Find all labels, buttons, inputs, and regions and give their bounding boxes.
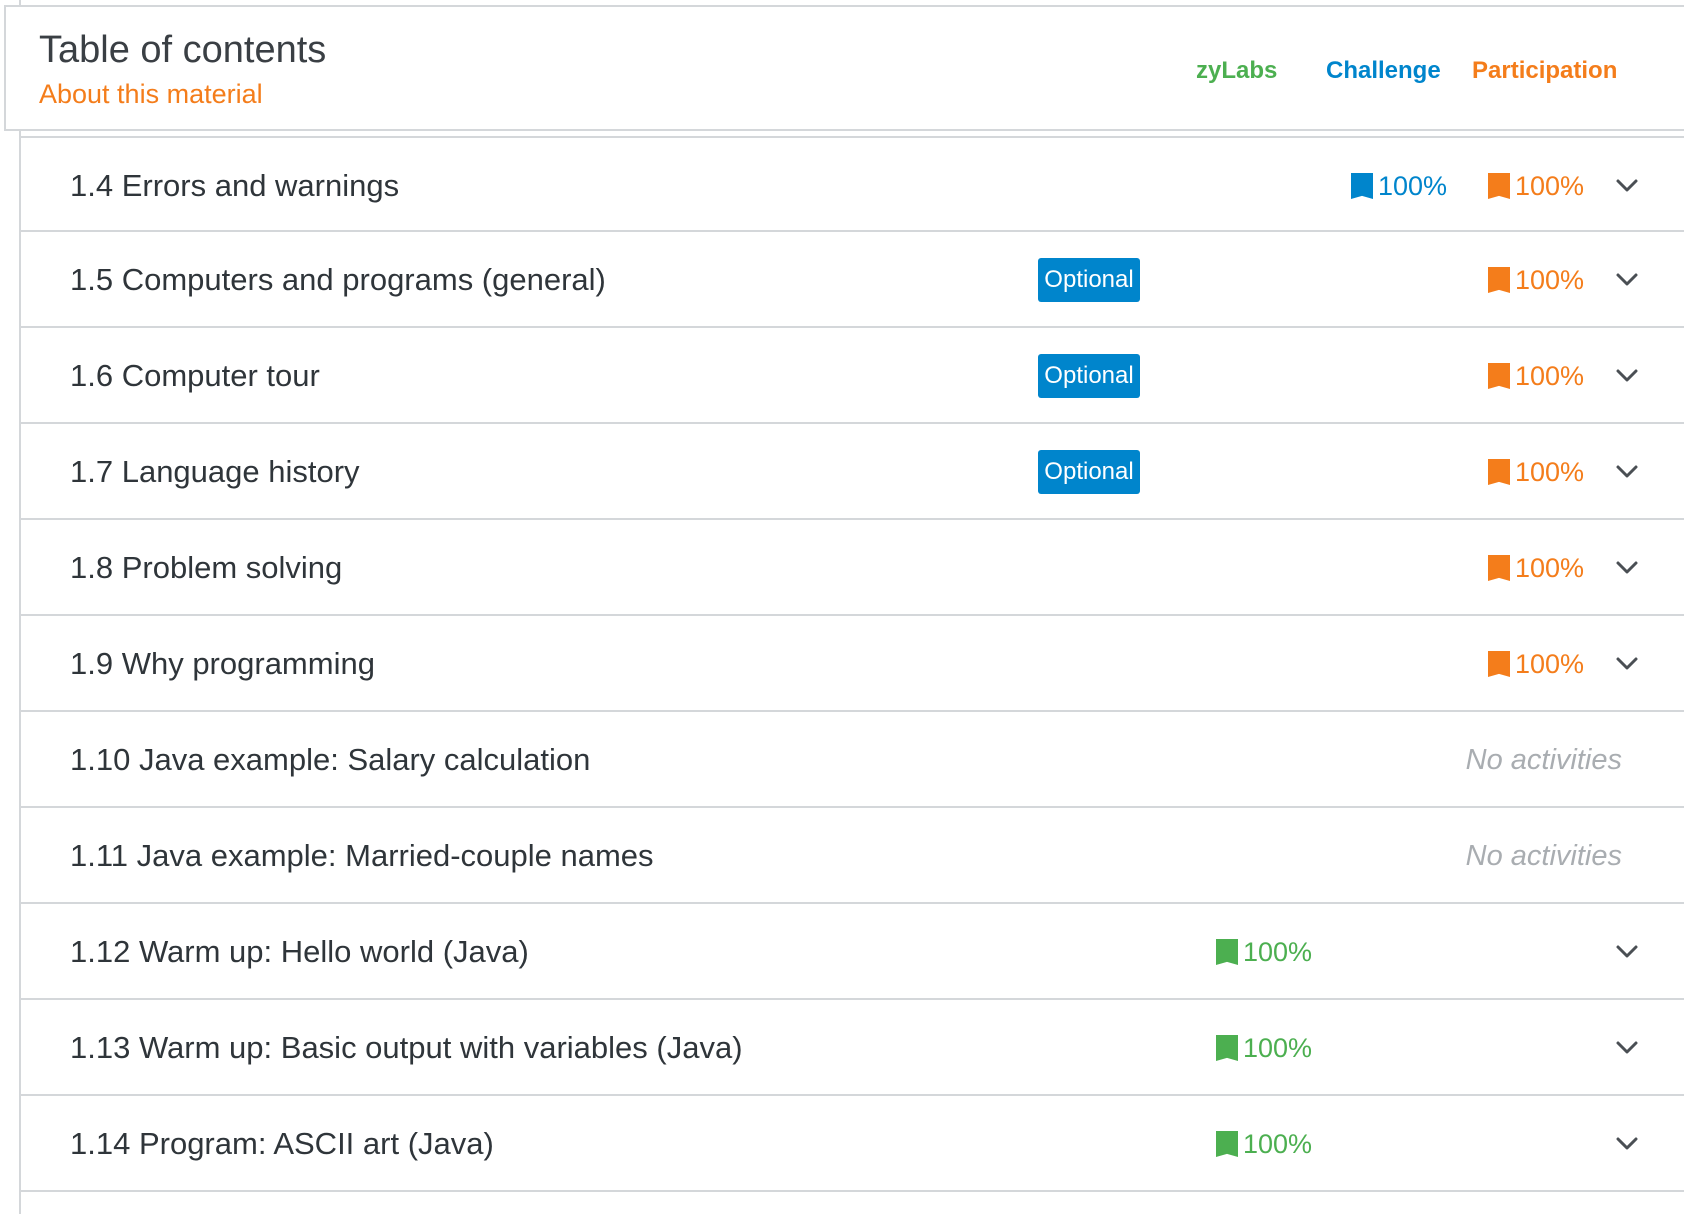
participation-progress-value: 100%: [1515, 360, 1585, 391]
section-title[interactable]: 1.5 Computers and programs (general): [70, 232, 606, 328]
section-row[interactable]: 1.4 Errors and warnings 100% 100%: [19, 136, 1684, 232]
section-row[interactable]: 1.8 Problem solving 100%: [19, 520, 1684, 616]
participation-progress-value: 100%: [1515, 456, 1585, 487]
participation-flag-icon: [1488, 173, 1510, 199]
zylabs-progress: 100%: [1216, 1000, 1312, 1096]
section-row[interactable]: 1.14 Program: ASCII art (Java) 100%: [19, 1096, 1684, 1192]
column-header-participation: Participation: [1472, 57, 1618, 84]
section-list: 1.4 Errors and warnings 100% 100% 1.5 Compu…: [19, 136, 1684, 1192]
section-title[interactable]: 1.7 Language history: [70, 424, 360, 520]
chevron-down-icon[interactable]: [1609, 1126, 1645, 1162]
participation-flag-icon: [1488, 267, 1510, 293]
section-row[interactable]: 1.5 Computers and programs (general) Opti…: [19, 232, 1684, 328]
participation-progress: 100%: [1488, 328, 1584, 424]
chevron-down-icon[interactable]: [1609, 550, 1645, 586]
chevron-down-icon[interactable]: [1609, 934, 1645, 970]
participation-flag-icon: [1488, 555, 1510, 581]
participation-progress: 100%: [1488, 520, 1584, 616]
zylabs-progress-value: 100%: [1243, 936, 1313, 967]
no-activities-label: No activities: [1465, 840, 1622, 872]
chevron-down-icon[interactable]: [1609, 1030, 1645, 1066]
section-title[interactable]: 1.13 Warm up: Basic output with variable…: [70, 1000, 743, 1096]
section-row[interactable]: 1.10 Java example: Salary calculation No …: [19, 712, 1684, 808]
chevron-down-icon[interactable]: [1609, 454, 1645, 490]
section-row[interactable]: 1.12 Warm up: Hello world (Java) 100%: [19, 904, 1684, 1000]
page-title: Table of contents: [39, 29, 327, 71]
participation-progress-value: 100%: [1515, 264, 1585, 295]
chevron-down-icon[interactable]: [1609, 262, 1645, 298]
section-title[interactable]: 1.10 Java example: Salary calculation: [70, 712, 590, 808]
participation-progress: 100%: [1488, 138, 1584, 234]
participation-progress-value: 100%: [1515, 170, 1585, 201]
optional-badge: Optional: [1038, 258, 1140, 302]
chevron-down-icon[interactable]: [1609, 646, 1645, 682]
chevron-down-icon[interactable]: [1609, 168, 1645, 204]
column-header-zylabs: zyLabs: [1196, 57, 1278, 84]
toc-page: Table of contents About this material zy…: [0, 0, 1684, 1214]
section-title[interactable]: 1.11 Java example: Married-couple names: [70, 808, 654, 904]
section-title[interactable]: 1.4 Errors and warnings: [70, 138, 399, 234]
column-header-challenge: Challenge: [1326, 57, 1441, 84]
section-title[interactable]: 1.12 Warm up: Hello world (Java): [70, 904, 529, 1000]
participation-progress: 100%: [1488, 232, 1584, 328]
section-row[interactable]: 1.9 Why programming 100%: [19, 616, 1684, 712]
chevron-down-icon[interactable]: [1609, 358, 1645, 394]
section-row[interactable]: 1.6 Computer tour Optional 100%: [19, 328, 1684, 424]
zylabs-progress-value: 100%: [1243, 1032, 1313, 1063]
zylabs-flag-icon: [1216, 1035, 1238, 1061]
section-title[interactable]: 1.6 Computer tour: [70, 328, 320, 424]
section-title[interactable]: 1.9 Why programming: [70, 616, 375, 712]
section-row[interactable]: 1.11 Java example: Married-couple names N…: [19, 808, 1684, 904]
toc-header: Table of contents About this material zy…: [4, 5, 1684, 131]
about-material-link[interactable]: About this material: [39, 79, 263, 110]
challenge-flag-icon: [1351, 173, 1373, 199]
section-title[interactable]: 1.8 Problem solving: [70, 520, 342, 616]
zylabs-progress: 100%: [1216, 904, 1312, 1000]
participation-flag-icon: [1488, 651, 1510, 677]
optional-badge: Optional: [1038, 450, 1140, 494]
participation-progress-value: 100%: [1515, 552, 1585, 583]
section-title[interactable]: 1.14 Program: ASCII art (Java): [70, 1096, 494, 1192]
zylabs-progress: 100%: [1216, 1096, 1312, 1192]
no-activities-label: No activities: [1465, 744, 1622, 776]
participation-flag-icon: [1488, 363, 1510, 389]
participation-progress-value: 100%: [1515, 648, 1585, 679]
participation-progress: 100%: [1488, 424, 1584, 520]
zylabs-flag-icon: [1216, 1131, 1238, 1157]
zylabs-flag-icon: [1216, 939, 1238, 965]
participation-progress: 100%: [1488, 616, 1584, 712]
section-row[interactable]: 1.13 Warm up: Basic output with variable…: [19, 1000, 1684, 1096]
optional-badge: Optional: [1038, 354, 1140, 398]
zylabs-progress-value: 100%: [1243, 1128, 1313, 1159]
participation-flag-icon: [1488, 459, 1510, 485]
section-row[interactable]: 1.7 Language history Optional 100%: [19, 424, 1684, 520]
challenge-progress: 100%: [1351, 138, 1447, 234]
challenge-progress-value: 100%: [1378, 170, 1448, 201]
